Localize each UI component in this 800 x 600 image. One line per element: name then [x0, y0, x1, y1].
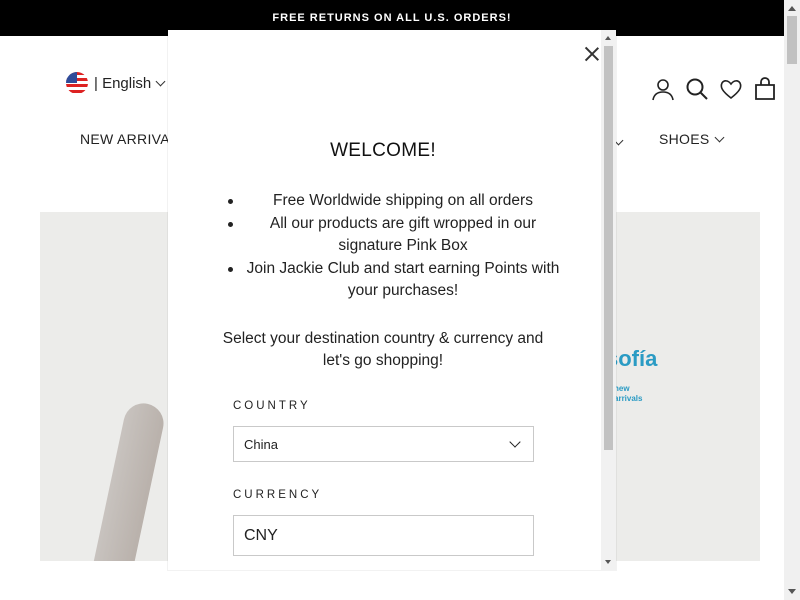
page-scrollbar[interactable]: [784, 0, 800, 600]
announcement-text: FREE RETURNS ON ALL U.S. ORDERS!: [272, 12, 512, 24]
nav-new-arrivals[interactable]: NEW ARRIVAL: [80, 131, 178, 147]
chevron-down-icon: [509, 436, 521, 448]
currency-value: CNY: [244, 526, 278, 544]
modal-scroll-thumb[interactable]: [604, 46, 613, 450]
language-label: | English: [94, 74, 152, 92]
scroll-down-icon[interactable]: [605, 560, 611, 564]
account-icon[interactable]: [650, 76, 676, 102]
scroll-down-icon[interactable]: [788, 589, 796, 594]
search-icon[interactable]: [684, 76, 710, 102]
scroll-up-icon[interactable]: [788, 6, 796, 11]
benefit-item: Join Jackie Club and start earning Point…: [224, 258, 564, 302]
language-selector[interactable]: | English: [66, 72, 166, 94]
header-icons: [650, 76, 778, 102]
nav-shoes[interactable]: SHOES: [659, 131, 724, 147]
scroll-up-icon[interactable]: [605, 36, 611, 40]
currency-field[interactable]: CNY: [233, 515, 534, 556]
welcome-modal: WELCOME! Free Worldwide shipping on all …: [168, 30, 616, 570]
country-label: COUNTRY: [233, 400, 311, 412]
currency-label: CURRENCY: [233, 489, 323, 501]
hero-subtitle: new arrivals: [614, 384, 642, 404]
benefit-item: Free Worldwide shipping on all orders: [224, 190, 564, 212]
country-value: China: [244, 436, 278, 452]
chevron-down-icon: [714, 132, 724, 142]
page-scroll-thumb[interactable]: [787, 16, 797, 64]
cart-icon[interactable]: [752, 76, 778, 102]
nav-new-arrivals-label: NEW ARRIVAL: [80, 131, 178, 147]
modal-title: WELCOME!: [330, 140, 436, 161]
hero-subtitle-line1: new: [614, 384, 630, 393]
wishlist-icon[interactable]: [718, 76, 744, 102]
modal-instructions: Select your destination country & curren…: [222, 330, 544, 369]
modal-scrollbar[interactable]: [601, 30, 616, 570]
close-icon[interactable]: [582, 44, 602, 64]
country-select[interactable]: China: [233, 426, 534, 462]
benefit-item: All our products are gift wropped in our…: [224, 213, 564, 257]
chevron-down-icon: [155, 76, 166, 86]
nav-shoes-label: SHOES: [659, 131, 710, 147]
benefits-list: Free Worldwide shipping on all orders Al…: [224, 190, 564, 303]
hero-image: [92, 399, 168, 561]
hero-subtitle-line2: arrivals: [614, 394, 643, 403]
us-flag-icon: [66, 72, 88, 94]
